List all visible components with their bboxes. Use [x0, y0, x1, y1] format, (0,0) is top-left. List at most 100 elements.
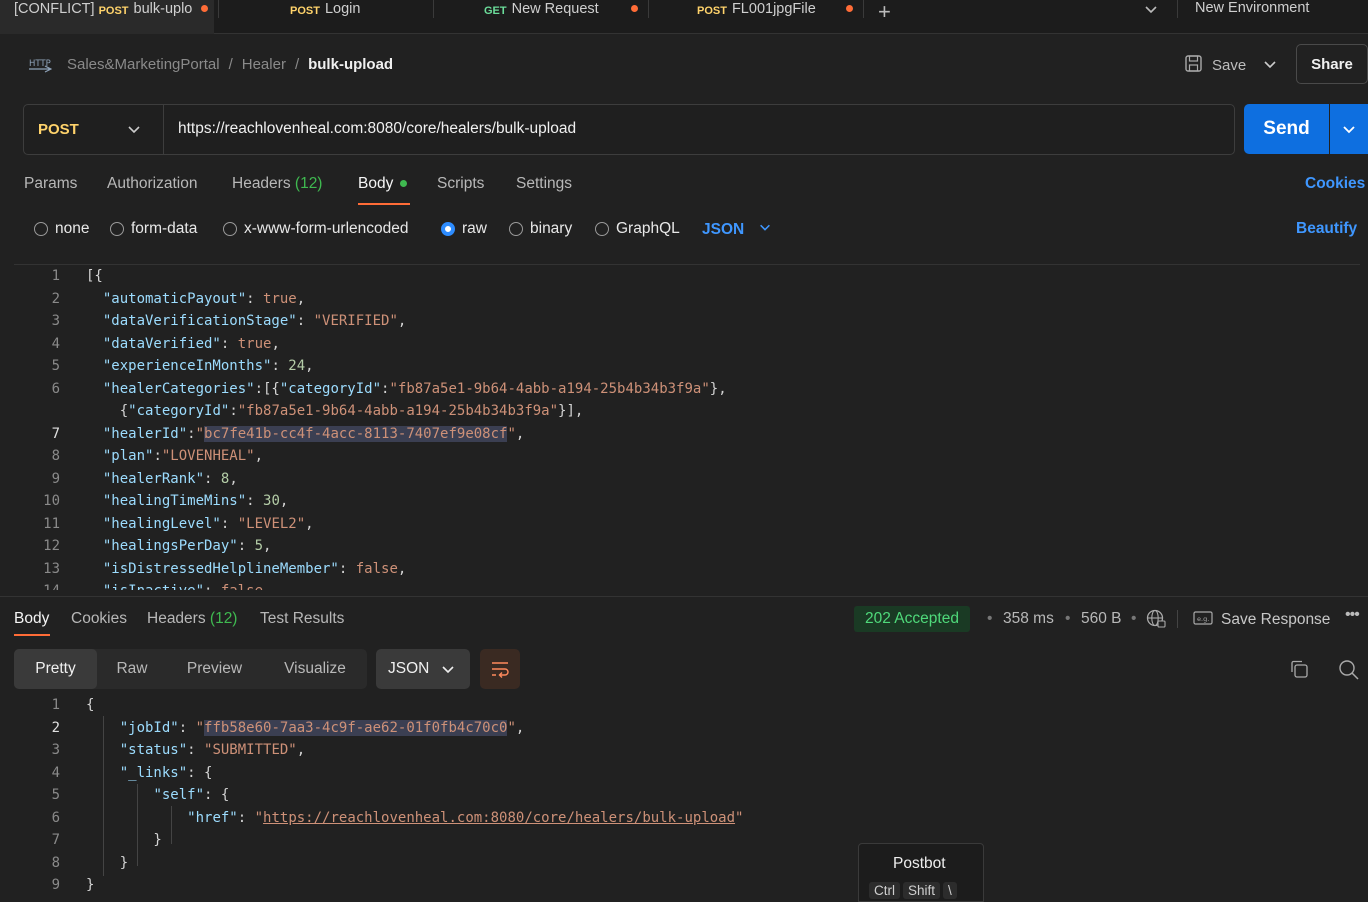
line-number: 7 [51, 425, 60, 442]
code-line: "dataVerified": true, [102, 335, 280, 352]
response-tab-cookies[interactable]: Cookies [71, 610, 127, 628]
line-number: 9 [51, 470, 60, 487]
response-format-select[interactable]: JSON [376, 649, 470, 689]
radio-none[interactable]: none [34, 220, 89, 238]
page-title[interactable]: bulk-upload [308, 56, 393, 73]
radio-circle-icon [223, 222, 237, 236]
search-icon[interactable] [1338, 659, 1359, 684]
tab-authorization[interactable]: Authorization [107, 175, 197, 193]
line-number: 12 [43, 538, 60, 554]
radio-label: form-data [131, 220, 198, 237]
breadcrumb-collection[interactable]: Sales&MarketingPortal [67, 56, 220, 73]
response-tab-headers[interactable]: Headers (12) [147, 610, 237, 628]
line-number: 5 [51, 787, 60, 803]
environment-selector[interactable]: New Environment [1195, 0, 1309, 16]
view-pretty[interactable]: Pretty [14, 649, 97, 689]
code-line: "plan":"LOVENHEAL", [102, 448, 264, 464]
code-line: "href": "https://reachlovenheal.com:8080… [187, 809, 744, 826]
response-size[interactable]: 560 B [1081, 610, 1122, 628]
request-tab[interactable]: [CONFLICT] POST bulk-uplo [0, 0, 214, 34]
tab-scripts[interactable]: Scripts [437, 175, 484, 193]
svg-text:e.g.: e.g. [1197, 615, 1209, 623]
more-options-icon[interactable]: ••• [1345, 606, 1360, 624]
shortcut-key: \ [943, 882, 957, 899]
line-number: 2 [51, 719, 60, 736]
request-tab[interactable]: GET New Request [434, 0, 648, 34]
postbot-panel[interactable]: Postbot Ctrl Shift \ [858, 843, 984, 902]
response-time[interactable]: 358 ms [1003, 610, 1054, 628]
tab-settings[interactable]: Settings [516, 175, 572, 193]
line-number: 4 [51, 335, 60, 352]
send-options-chevron-icon[interactable] [1330, 104, 1368, 154]
tab-body[interactable]: Body [358, 175, 407, 193]
line-number: 9 [51, 877, 60, 893]
body-active-dot-icon [399, 180, 407, 188]
headers-count: (12) [294, 175, 323, 192]
response-active-underline [14, 634, 50, 636]
radio-graphql[interactable]: GraphQL [595, 220, 680, 238]
line-number: 1 [51, 268, 60, 284]
postbot-shortcut: Ctrl Shift \ [869, 882, 960, 899]
code-line: "isInactive": false [86, 583, 263, 590]
radio-circle-icon [509, 222, 523, 236]
wrap-lines-icon[interactable] [480, 649, 520, 689]
response-body-viewer[interactable]: 1 {2 "jobId": "ffb58e60-7aa3-4c9f-ae62-01… [14, 694, 1360, 902]
status-badge[interactable]: 202 Accepted [854, 606, 970, 632]
line-number: 3 [51, 313, 60, 329]
code-line: { [86, 697, 95, 713]
share-button[interactable]: Share [1296, 44, 1368, 84]
response-tab-test-results[interactable]: Test Results [260, 610, 344, 628]
tab-name: bulk-uplo [133, 1, 193, 17]
conflict-label: [CONFLICT] [14, 1, 95, 17]
copy-icon[interactable] [1289, 659, 1309, 683]
response-headers-count: (12) [209, 610, 238, 627]
save-options-chevron-icon[interactable] [1262, 56, 1278, 76]
method-label: POST [38, 121, 79, 138]
code-line: "dataVerificationStage": "VERIFIED", [102, 313, 407, 329]
send-button[interactable]: Send [1244, 104, 1329, 154]
line-number: 6 [51, 809, 60, 826]
response-tab-headers-label: Headers [147, 610, 206, 627]
http-request-icon: HTTP [28, 55, 53, 77]
request-tab[interactable]: POST Login [219, 0, 433, 34]
radio-raw[interactable]: raw [441, 220, 487, 238]
line-number: 13 [43, 560, 60, 577]
request-tab[interactable]: POST FL001jpgFile [649, 0, 863, 34]
radio-binary[interactable]: binary [509, 220, 572, 238]
network-globe-icon[interactable] [1146, 609, 1166, 633]
beautify-button[interactable]: Beautify [1296, 220, 1357, 238]
cookies-link[interactable]: Cookies [1305, 175, 1365, 193]
line-number: 6 [51, 380, 60, 397]
view-visualize[interactable]: Visualize [269, 649, 361, 689]
language-chevron-icon [758, 220, 772, 239]
tab-overflow-chevron-icon[interactable] [1143, 1, 1159, 21]
code-line: "healerRank": 8, [102, 470, 238, 487]
request-body-editor[interactable]: 1 [{2 "automaticPayout": true, 3 "dataVeri… [14, 264, 1360, 590]
breadcrumb-folder[interactable]: Healer [242, 56, 286, 73]
save-response-button[interactable]: e.g. Save Response [1193, 610, 1330, 630]
response-tab-body[interactable]: Body [14, 610, 49, 628]
language-select[interactable]: JSON [702, 220, 772, 239]
code-line: "healingsPerDay": 5, [102, 538, 272, 554]
radio-form-data[interactable]: form-data [110, 220, 197, 238]
line-number: 4 [51, 764, 60, 781]
radio-label: GraphQL [616, 220, 680, 237]
new-tab-plus-icon[interactable]: + [878, 0, 891, 25]
code-line: "jobId": "ffb58e60-7aa3-4c9f-ae62-01f0fb… [119, 719, 525, 736]
line-number: 14 [14, 583, 60, 590]
pane-divider[interactable] [0, 596, 1368, 597]
code-line: "_links": { [119, 764, 213, 781]
radio-urlencoded[interactable]: x-www-form-urlencoded [223, 220, 409, 238]
view-preview[interactable]: Preview [174, 649, 255, 689]
view-raw[interactable]: Raw [102, 649, 162, 689]
tab-name: New Request [511, 1, 599, 17]
unsaved-dot-icon [631, 5, 638, 12]
save-button[interactable]: Save [1184, 54, 1246, 77]
url-input[interactable]: https://reachlovenheal.com:8080/core/hea… [178, 120, 576, 138]
save-label: Save [1212, 57, 1247, 74]
tab-params[interactable]: Params [24, 175, 77, 193]
breadcrumb-separator: / [294, 56, 300, 73]
method-select[interactable]: POST [24, 105, 164, 154]
tab-headers[interactable]: Headers (12) [232, 175, 322, 193]
toolbar-divider [1177, 610, 1178, 628]
